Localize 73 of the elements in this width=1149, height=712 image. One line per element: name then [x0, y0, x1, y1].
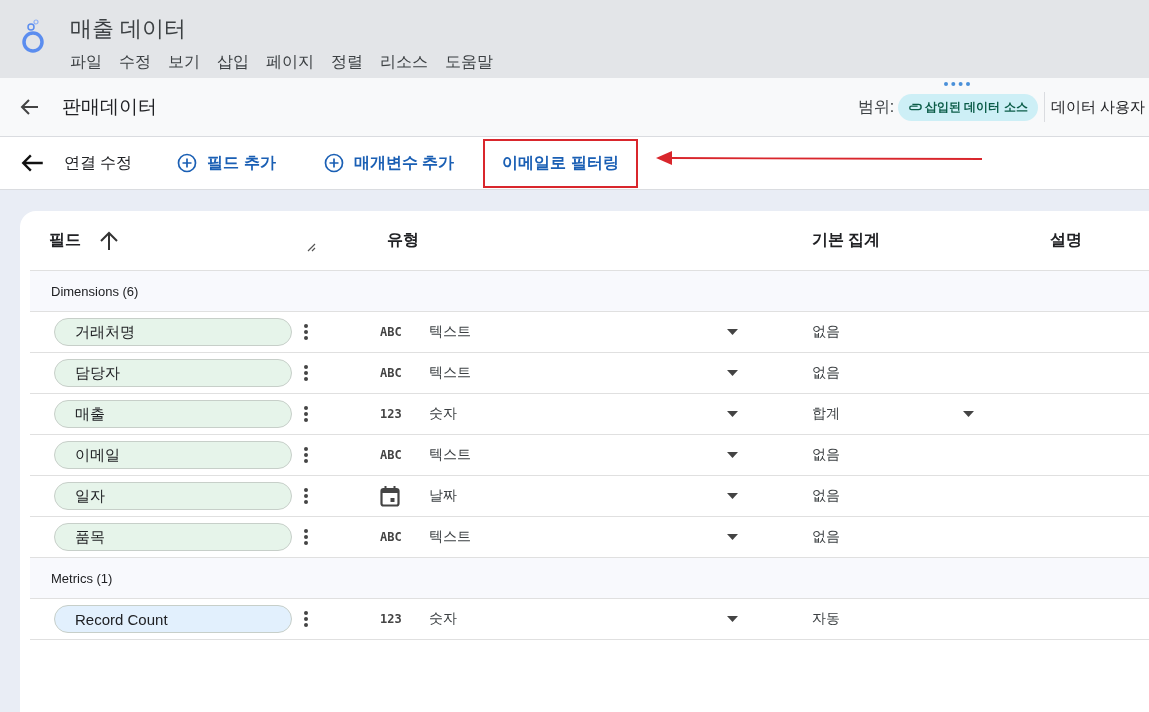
access-label: 데이터 사용자: [1050, 97, 1145, 117]
aggregation-value: 없음: [812, 446, 841, 464]
add-circle-icon: [323, 153, 344, 173]
more-options-icon[interactable]: [304, 324, 308, 340]
field-chip[interactable]: Record Count: [54, 605, 292, 633]
menu-item[interactable]: 삽입: [217, 52, 249, 73]
dropdown-caret-icon[interactable]: [727, 411, 738, 417]
field-chip[interactable]: 매출: [54, 400, 292, 428]
data-source-title: 판매데이터: [62, 95, 157, 119]
column-header[interactable]: 유형: [387, 230, 419, 251]
dropdown-caret-icon[interactable]: [727, 534, 738, 540]
more-options-icon[interactable]: [304, 488, 308, 504]
aggregation-value: 합계: [812, 405, 841, 423]
toolbar-button[interactable]: 이메일로 필터링: [483, 138, 638, 188]
group-header: Dimensions (6): [51, 283, 139, 299]
aggregation-value: 없음: [812, 323, 841, 341]
column-header[interactable]: 필드: [49, 230, 81, 251]
type-code-label: 123: [380, 612, 403, 626]
dropdown-caret-icon[interactable]: [727, 370, 738, 376]
field-chip[interactable]: 담당자: [54, 359, 292, 387]
type-value: 텍스트: [429, 323, 472, 341]
type-value: 텍스트: [429, 364, 472, 382]
dropdown-caret-icon[interactable]: [727, 329, 738, 335]
type-code-label: 123: [380, 407, 403, 421]
dropdown-caret-icon[interactable]: [727, 616, 738, 622]
add-circle-icon: [177, 153, 198, 173]
dropdown-caret-icon[interactable]: [727, 493, 738, 499]
more-options-icon[interactable]: [304, 447, 308, 463]
drag-handle-icon[interactable]: [943, 81, 971, 87]
more-options-icon[interactable]: [304, 406, 308, 422]
type-code-label: ABC: [380, 448, 403, 462]
toolbar-button[interactable]: 필드 추가: [158, 138, 295, 188]
field-chip[interactable]: 거래처명: [54, 318, 292, 346]
dropdown-caret-icon[interactable]: [727, 452, 738, 458]
group-header: Metrics (1): [51, 570, 113, 586]
column-header[interactable]: 설명: [1050, 230, 1082, 251]
scope-label: 범위:: [857, 96, 895, 117]
aggregation-value: 없음: [812, 528, 841, 546]
edit-connection-button[interactable]: 연결 수정: [20, 150, 133, 176]
calendar-icon: [380, 485, 400, 507]
type-code-label: ABC: [380, 366, 403, 380]
menu-item[interactable]: 수정: [119, 52, 151, 73]
more-options-icon[interactable]: [304, 365, 308, 381]
type-value: 텍스트: [429, 446, 472, 464]
type-code-label: ABC: [380, 325, 403, 339]
type-value: 날짜: [429, 487, 458, 505]
more-options-icon[interactable]: [304, 529, 308, 545]
menu-item[interactable]: 보기: [168, 52, 200, 73]
resize-handle-icon[interactable]: [307, 243, 316, 252]
menu-item[interactable]: 도움말: [445, 52, 493, 73]
column-header[interactable]: 기본 집계: [812, 230, 881, 251]
field-chip[interactable]: 일자: [54, 482, 292, 510]
aggregation-value: 없음: [812, 487, 841, 505]
more-options-icon[interactable]: [304, 611, 308, 627]
report-title: 매출 데이터: [70, 15, 188, 43]
field-chip[interactable]: 이메일: [54, 441, 292, 469]
menu-item[interactable]: 파일: [70, 52, 102, 73]
menu-item[interactable]: 리소스: [380, 52, 428, 73]
app-logo-icon[interactable]: [20, 18, 46, 54]
paperclip-icon: [908, 102, 923, 112]
dropdown-caret-icon[interactable]: [963, 411, 974, 417]
sort-up-arrow-icon[interactable]: [99, 230, 119, 251]
type-value: 텍스트: [429, 528, 472, 546]
field-chip[interactable]: 품목: [54, 523, 292, 551]
menu-item[interactable]: 정렬: [331, 52, 363, 73]
toolbar-button[interactable]: 매개변수 추가: [304, 138, 474, 188]
type-value: 숫자: [429, 610, 458, 628]
scope-chip[interactable]: 삽입된 데이터 소스: [898, 93, 1038, 121]
aggregation-value: 자동: [812, 610, 841, 628]
type-code-label: ABC: [380, 530, 403, 544]
menu-item[interactable]: 페이지: [266, 52, 314, 73]
aggregation-value: 없음: [812, 364, 841, 382]
type-value: 숫자: [429, 405, 458, 423]
